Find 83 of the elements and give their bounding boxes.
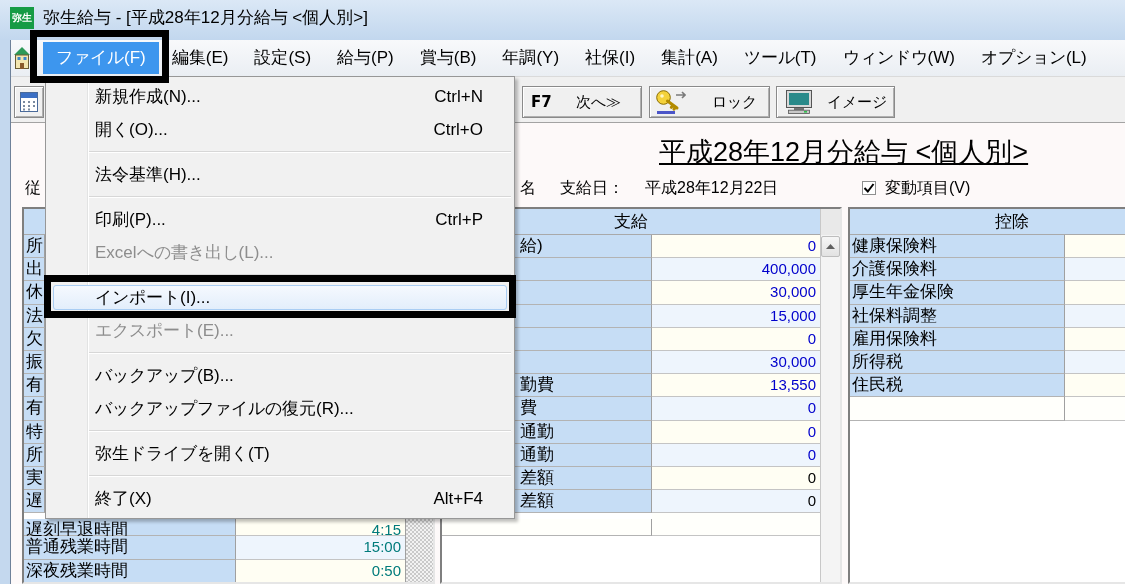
menu-item[interactable]: 法令基準(H)... xyxy=(53,162,507,187)
menu-item[interactable]: 弥生ドライブを開く(T) xyxy=(53,441,507,466)
row-label: 差額 xyxy=(515,466,652,491)
row-label: 特 xyxy=(24,420,45,444)
menu-item[interactable]: 新規作成(N)... Ctrl+N xyxy=(53,84,507,109)
menu-item[interactable]: 編集(E) xyxy=(171,42,229,74)
menu-item[interactable]: バックアップ(B)... xyxy=(53,363,507,388)
report-title: 平成28年12月分給与 <個人別> xyxy=(659,137,1029,167)
row-label: 雇用保険料 xyxy=(850,327,1065,351)
row-label: 遅 xyxy=(24,490,45,514)
key-icon xyxy=(656,90,686,114)
value-cell: 0 xyxy=(652,235,820,259)
row-label: 有 xyxy=(24,397,45,421)
field-label: 従 xyxy=(25,178,41,198)
value-cell: 0 xyxy=(652,490,820,514)
window-title: 弥生給与 - [平成28年12月分給与 <個人別>] xyxy=(43,7,368,28)
menu-item[interactable]: バックアップファイルの復元(R)... xyxy=(53,396,507,421)
calendar-icon xyxy=(20,92,38,112)
row-label: 休 xyxy=(24,281,45,305)
menu-item[interactable]: 終了(X) Alt+F4 xyxy=(53,486,507,511)
menu-item[interactable]: 年調(Y) xyxy=(502,42,560,74)
menu-item[interactable]: 賞与(B) xyxy=(419,42,477,74)
monitor-icon xyxy=(786,90,812,114)
menu-item[interactable]: 設定(S) xyxy=(254,42,312,74)
row-label: 住民税 xyxy=(850,374,1065,398)
menu-item[interactable]: 給与(P) xyxy=(337,42,394,74)
row-label: 欠 xyxy=(24,327,45,351)
row-label: 社保料調整 xyxy=(850,304,1065,328)
menu-item[interactable]: ウィンドウ(W) xyxy=(842,42,955,74)
value-cell: 30,000 xyxy=(652,281,820,305)
row-label: 費 xyxy=(515,397,652,421)
row-label: 有 xyxy=(24,374,45,398)
value-cell: 0 xyxy=(652,443,820,467)
menu-item[interactable]: ツール(T) xyxy=(743,42,817,74)
value-cell: 15,000 xyxy=(652,304,820,328)
value-cell: 0 xyxy=(652,327,820,351)
value-cell: 0 xyxy=(652,397,820,421)
row-label: 勤費 xyxy=(515,374,652,398)
value-cell: 0:50 xyxy=(236,559,405,582)
value-cell: 15:00 xyxy=(236,536,405,560)
menu-item[interactable]: 社保(I) xyxy=(585,42,636,74)
row-label: 所 xyxy=(24,235,45,259)
app-logo: 弥生 xyxy=(10,7,34,29)
row-label: 通勤 xyxy=(515,420,652,444)
column-header: 控除 xyxy=(850,209,1125,235)
row-label: 厚生年金保険 xyxy=(850,281,1065,305)
table-header xyxy=(24,209,45,235)
value-cell: 0 xyxy=(652,466,820,491)
row-label: 給) xyxy=(515,235,652,259)
row-label: 所得税 xyxy=(850,350,1065,375)
menu-item[interactable]: インポート(I)... xyxy=(53,285,507,310)
next-button[interactable]: F7 次へ≫ xyxy=(522,86,642,118)
toolbar-button[interactable] xyxy=(14,86,44,118)
field-label: 支給日： xyxy=(560,178,624,198)
lock-button[interactable]: ロック xyxy=(649,86,770,118)
row-label: 所 xyxy=(24,443,45,467)
row-label: 介護保険料 xyxy=(850,258,1065,282)
menu-item[interactable]: 集計(A) xyxy=(661,42,718,74)
row-label: 実 xyxy=(24,466,45,491)
value-cell: 0 xyxy=(652,420,820,444)
scroll-up-button[interactable] xyxy=(821,236,840,257)
building-icon[interactable] xyxy=(14,47,30,69)
menu-item[interactable]: オプション(L) xyxy=(980,42,1087,74)
row-label: 健康保険料 xyxy=(850,235,1065,259)
up-arrow-icon xyxy=(826,244,835,249)
row-label: 普通残業時間 xyxy=(24,536,236,560)
menu-item[interactable]: 開く(O)... Ctrl+O xyxy=(53,117,507,142)
row-label: 振 xyxy=(24,350,45,375)
pay-date: 平成28年12月22日 xyxy=(645,178,779,198)
checkbox-label[interactable]: 変動項目(V) xyxy=(885,176,971,200)
column-header: 支給 xyxy=(515,209,820,235)
menu-item[interactable]: 印刷(P)... Ctrl+P xyxy=(53,207,507,232)
value-cell: 400,000 xyxy=(652,258,820,282)
value-cell: 30,000 xyxy=(652,350,820,375)
image-button[interactable]: イメージ xyxy=(776,86,895,118)
row-label: 深夜残業時間 xyxy=(24,559,236,582)
field-label: 名 xyxy=(520,178,536,198)
value-cell: 4:15 xyxy=(236,519,405,537)
row-label: 出 xyxy=(24,258,45,282)
value-cell: 13,550 xyxy=(652,374,820,398)
checkbox[interactable] xyxy=(862,181,876,195)
row-label: 通勤 xyxy=(515,443,652,467)
row-label: 差額 xyxy=(515,490,652,514)
